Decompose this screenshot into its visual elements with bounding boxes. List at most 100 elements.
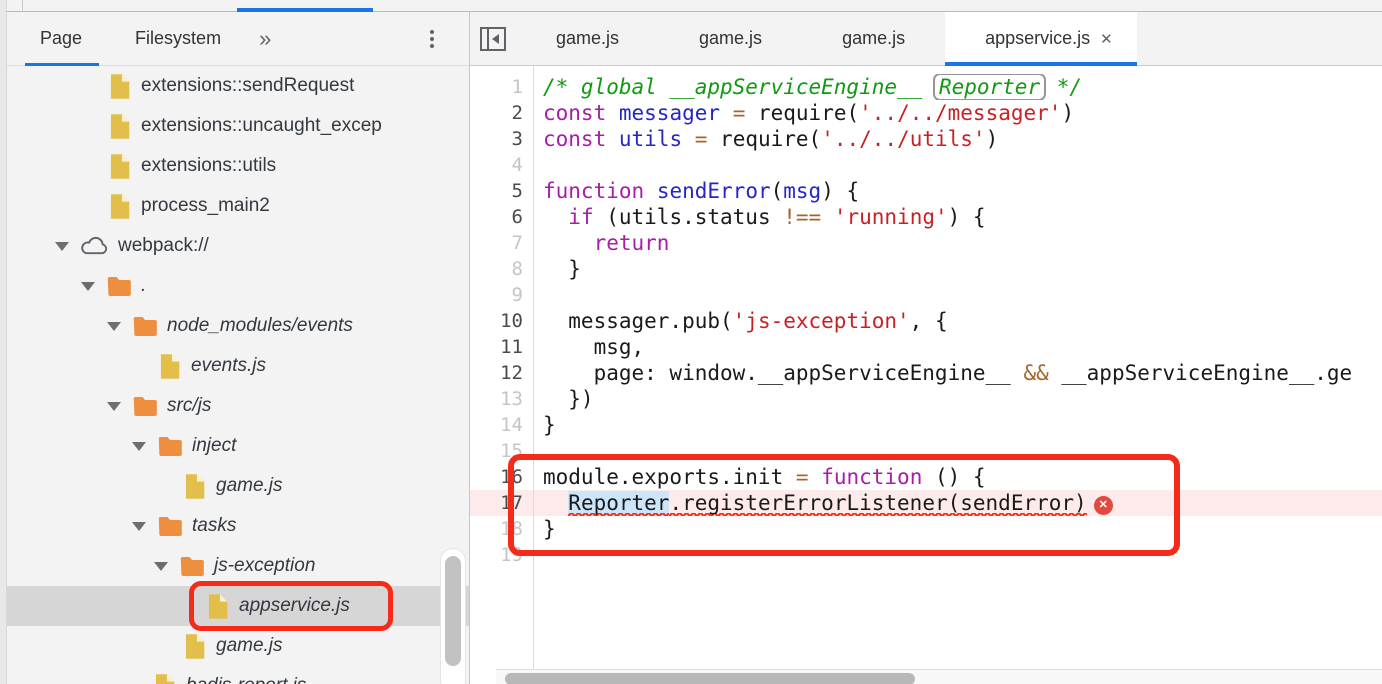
tree-item[interactable]: extensions::utils (7, 146, 469, 186)
code-line-content[interactable]: if (utils.status !== 'running') { (533, 204, 1382, 230)
devtools-main-toolbar (7, 0, 1382, 12)
code-line-content[interactable]: messager.pub('js-exception', { (533, 308, 1382, 334)
code-line-content[interactable]: } (533, 412, 1382, 438)
line-number[interactable]: 11 (470, 334, 533, 360)
line-number[interactable]: 4 (470, 152, 533, 178)
tree-item[interactable]: inject (7, 426, 469, 466)
tree-item[interactable]: . (7, 266, 469, 306)
line-number[interactable]: 3 (470, 126, 533, 152)
sidebar-scrollbar[interactable] (440, 548, 466, 684)
line-number[interactable]: 9 (470, 282, 533, 308)
editor-tabs: game.js game.js game.js appservice.js ✕ (516, 12, 1137, 66)
code-line-content[interactable] (533, 152, 1382, 178)
line-number[interactable]: 6 (470, 204, 533, 230)
tree-item[interactable]: extensions::sendRequest (7, 66, 469, 106)
code-token: require( (745, 101, 860, 125)
tree-item-label: appservice.js (239, 595, 350, 616)
code-line-content[interactable]: module.exports.init = function () { (533, 464, 1382, 490)
disclosure-triangle-icon[interactable] (81, 281, 95, 291)
error-icon[interactable]: ✕ (1093, 496, 1113, 515)
code-line-content[interactable]: const utils = require('../../utils') (533, 126, 1382, 152)
editor-hscrollbar-thumb[interactable] (505, 673, 915, 684)
line-number[interactable]: 13 (470, 386, 533, 412)
code-line-content[interactable] (533, 542, 1382, 568)
tree-item[interactable]: game.js (7, 626, 469, 666)
tree-item[interactable]: process_main2 (7, 186, 469, 226)
tree-item[interactable]: src/js (7, 386, 469, 426)
line-number[interactable]: 7 (470, 230, 533, 256)
kebab-menu-icon[interactable] (423, 29, 441, 48)
disclosure-triangle-icon[interactable] (132, 441, 146, 451)
code-token: } (543, 257, 581, 281)
tree-item[interactable]: extensions::uncaught_excep (7, 106, 469, 146)
code-line-content[interactable] (533, 438, 1382, 464)
editor-tab-appservice.js[interactable]: appservice.js ✕ (945, 12, 1137, 66)
tree-item[interactable]: events.js (7, 346, 469, 386)
file-icon (157, 353, 182, 380)
code-line-content[interactable]: }) (533, 386, 1382, 412)
line-number[interactable]: 18 (470, 516, 533, 542)
disclosure-triangle-icon[interactable] (55, 241, 69, 251)
line-number[interactable]: 1 (470, 74, 533, 100)
editor-hscrollbar[interactable] (496, 669, 1382, 684)
sidebar-scrollbar-thumb[interactable] (445, 556, 461, 666)
code-line-content[interactable]: } (533, 516, 1382, 542)
editor-tab-game.js[interactable]: game.js (516, 12, 659, 65)
line-number[interactable]: 8 (470, 256, 533, 282)
chevron-double-right-icon[interactable]: » (259, 27, 271, 50)
file-icon (107, 193, 132, 220)
cloud-icon (80, 236, 109, 257)
code-line-content[interactable]: function sendError(msg) { (533, 178, 1382, 204)
code-line-content[interactable]: page: window.__appServiceEngine__ && __a… (533, 360, 1382, 386)
code-line-content[interactable]: /* global __appServiceEngine__ Reporter … (533, 74, 1382, 100)
line-number[interactable]: 14 (470, 412, 533, 438)
code-line-content[interactable]: Reporter.registerErrorListener(sendError… (533, 490, 1382, 516)
code-token: Reporter (932, 74, 1047, 100)
tree-item-label: tasks (192, 515, 237, 536)
code-line-content[interactable]: return (533, 230, 1382, 256)
file-icon (205, 593, 230, 620)
code-token: return (593, 231, 670, 255)
line-number[interactable]: 16 (470, 464, 533, 490)
line-number[interactable]: 5 (470, 178, 533, 204)
tab-filesystem[interactable]: Filesystem (135, 12, 221, 66)
line-number[interactable]: 19 (470, 542, 533, 568)
tree-item[interactable]: appservice.js (7, 581, 469, 631)
line-number[interactable]: 2 (470, 100, 533, 126)
disclosure-triangle-icon[interactable] (107, 321, 121, 331)
tree-item-label: webpack:// (118, 235, 209, 256)
code-line: 14} (470, 412, 1382, 438)
code-line-content[interactable]: } (533, 256, 1382, 282)
line-number[interactable]: 10 (470, 308, 533, 334)
tree-item[interactable]: webpack:// (7, 226, 469, 266)
code-line-content[interactable]: msg, (533, 334, 1382, 360)
code-line-content[interactable]: const messager = require('../../messager… (533, 100, 1382, 126)
code-line: 5 function sendError(msg) { (470, 178, 1382, 204)
tree-item[interactable]: js-exception (7, 546, 469, 586)
close-tab-icon[interactable]: ✕ (1100, 30, 1113, 48)
code-token: '../../messager' (859, 101, 1062, 125)
folder-icon (179, 555, 205, 578)
disclosure-triangle-icon[interactable] (154, 561, 168, 571)
tab-page[interactable]: Page (24, 12, 100, 66)
editor-tab-game.js[interactable]: game.js (802, 12, 945, 65)
line-number[interactable]: 15 (470, 438, 533, 464)
disclosure-triangle-icon[interactable] (107, 401, 121, 411)
disclosure-triangle-icon[interactable] (132, 521, 146, 531)
code-token: (utils.status (593, 205, 784, 229)
code-line-content[interactable] (533, 282, 1382, 308)
code-area[interactable]: 1/* global __appServiceEngine__ Reporter… (470, 66, 1382, 669)
tree-item[interactable]: tasks (7, 506, 469, 546)
tree-item[interactable]: badjs-report.js (7, 666, 469, 684)
tree-item[interactable]: game.js (7, 466, 469, 506)
line-number[interactable]: 12 (470, 360, 533, 386)
editor-tab-game.js[interactable]: game.js (659, 12, 802, 65)
line-number[interactable]: 17 (470, 490, 533, 516)
code-token: ) { (821, 179, 860, 203)
code-line: 12 page: window.__appServiceEngine__ && … (470, 360, 1382, 386)
hide-navigator-icon[interactable] (470, 12, 516, 65)
tree-item[interactable]: node_modules/events (7, 306, 469, 346)
